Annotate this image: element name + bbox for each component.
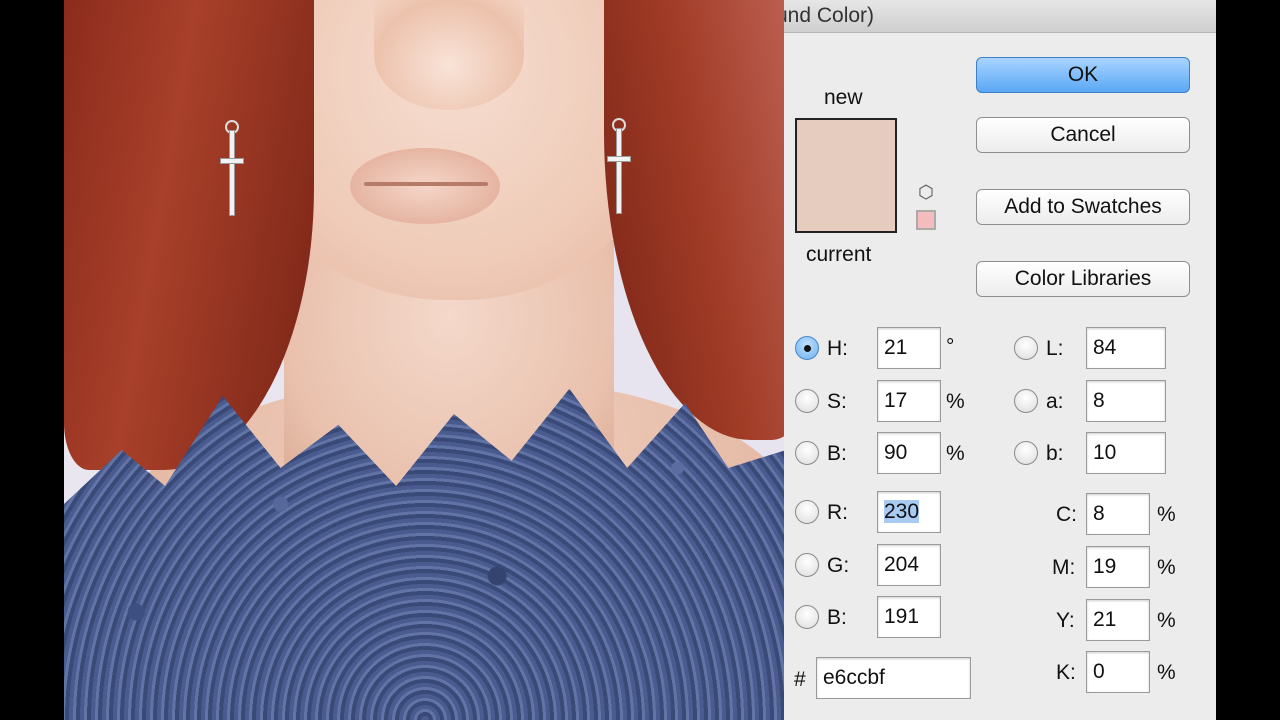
- yellow-label: Y:: [1056, 609, 1075, 632]
- dialog-titlebar[interactable]: und Color): [784, 0, 1216, 33]
- red-field[interactable]: 230: [877, 491, 941, 533]
- brightness-radio[interactable]: [795, 441, 819, 465]
- lightness-radio[interactable]: [1014, 336, 1038, 360]
- red-value: 230: [884, 500, 920, 523]
- websafe-swatch[interactable]: [916, 210, 936, 230]
- b-channel-label: b:: [1046, 442, 1064, 465]
- a-channel-radio[interactable]: [1014, 389, 1038, 413]
- new-label: new: [824, 86, 863, 109]
- black-label: K:: [1056, 661, 1076, 684]
- blue-label: B:: [827, 606, 847, 629]
- cancel-button[interactable]: Cancel: [976, 117, 1190, 153]
- b-channel-field[interactable]: 10: [1086, 432, 1166, 474]
- lips: [350, 148, 500, 224]
- color-libraries-button[interactable]: Color Libraries: [976, 261, 1190, 297]
- background-photo: [64, 0, 786, 720]
- saturation-unit: %: [946, 390, 965, 413]
- green-radio[interactable]: [795, 553, 819, 577]
- hair-right: [604, 0, 786, 440]
- hue-unit: °: [946, 335, 955, 358]
- dialog-title: und Color): [784, 4, 875, 27]
- black-field[interactable]: 0: [1086, 651, 1150, 693]
- nose: [374, 0, 524, 110]
- lightness-field[interactable]: 84: [1086, 327, 1166, 369]
- yellow-unit: %: [1157, 609, 1176, 632]
- ok-button[interactable]: OK: [976, 57, 1190, 93]
- magenta-field[interactable]: 19: [1086, 546, 1150, 588]
- cyan-unit: %: [1157, 503, 1176, 526]
- saturation-radio[interactable]: [795, 389, 819, 413]
- a-channel-field[interactable]: 8: [1086, 380, 1166, 422]
- cyan-label: C:: [1056, 503, 1077, 526]
- hex-field[interactable]: e6ccbf: [816, 657, 971, 699]
- lightness-label: L:: [1046, 337, 1064, 360]
- hue-field[interactable]: 21: [877, 327, 941, 369]
- magenta-unit: %: [1157, 556, 1176, 579]
- magenta-label: M:: [1052, 556, 1076, 579]
- brightness-unit: %: [946, 442, 965, 465]
- b-channel-radio[interactable]: [1014, 441, 1038, 465]
- brightness-field[interactable]: 90: [877, 432, 941, 474]
- blue-radio[interactable]: [795, 605, 819, 629]
- add-to-swatches-button[interactable]: Add to Swatches: [976, 189, 1190, 225]
- blue-field[interactable]: 191: [877, 596, 941, 638]
- red-label: R:: [827, 501, 848, 524]
- a-channel-label: a:: [1046, 390, 1064, 413]
- hue-radio[interactable]: [795, 336, 819, 360]
- hex-label: #: [794, 668, 806, 691]
- black-unit: %: [1157, 661, 1176, 684]
- cyan-field[interactable]: 8: [1086, 493, 1150, 535]
- red-radio[interactable]: [795, 500, 819, 524]
- yellow-field[interactable]: 21: [1086, 599, 1150, 641]
- hue-label: H:: [827, 337, 848, 360]
- saturation-field[interactable]: 17: [877, 380, 941, 422]
- color-picker-dialog: und Color) new current ⬡ OK Cancel Add t…: [784, 0, 1216, 720]
- lip-line: [364, 182, 488, 186]
- new-color-swatch: [795, 118, 897, 233]
- green-label: G:: [827, 554, 850, 577]
- green-field[interactable]: 204: [877, 544, 941, 586]
- cross-earring-right: [607, 118, 631, 214]
- cross-earring-left: [220, 120, 244, 216]
- cube-icon[interactable]: ⬡: [918, 183, 936, 201]
- saturation-label: S:: [827, 390, 847, 413]
- current-label: current: [806, 243, 872, 266]
- right-letterbox: [1216, 0, 1280, 720]
- brightness-label: B:: [827, 442, 847, 465]
